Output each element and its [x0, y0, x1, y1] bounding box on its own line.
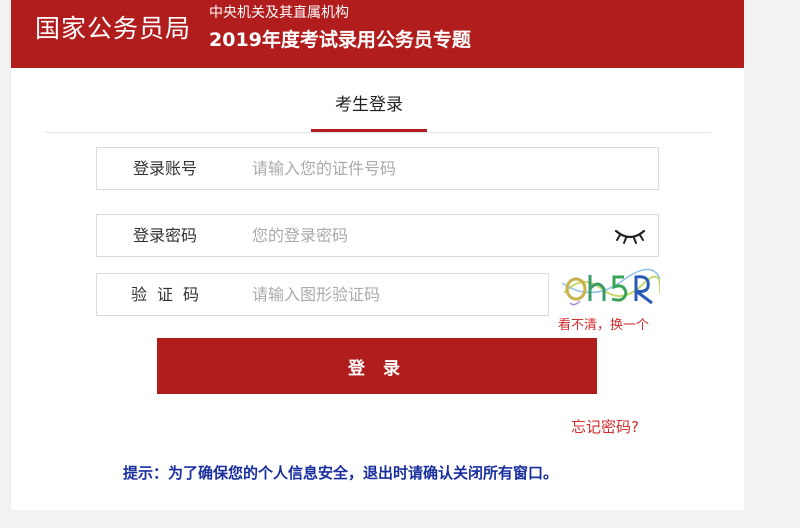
captcha-input[interactable] [252, 280, 592, 309]
login-button[interactable]: 登 录 [157, 338, 597, 394]
site-header: 国家公务员局 中央机关及其直属机构 2019年度考试录用公务员专题 [11, 0, 744, 68]
tab-divider [45, 132, 711, 133]
password-field: 登录密码 [96, 214, 659, 257]
header-subtitle-main: 2019年度考试录用公务员专题 [209, 29, 471, 51]
tab-candidate-login[interactable]: 考生登录 [311, 94, 427, 132]
captcha-refresh-link[interactable]: 看不清，换一个 [558, 314, 649, 333]
captcha-label: 验证码 [131, 285, 210, 304]
closed-eye-icon[interactable] [614, 226, 646, 246]
login-card: 国家公务员局 中央机关及其直属机构 2019年度考试录用公务员专题 考生登录 登… [11, 0, 744, 510]
password-input[interactable] [252, 221, 592, 250]
password-label: 登录密码 [133, 226, 198, 245]
captcha-image[interactable] [562, 263, 660, 311]
header-subtitle-top: 中央机关及其直属机构 [209, 5, 349, 21]
security-tip: 提示：为了确保您的个人信息安全，退出时请确认关闭所有窗口。 [123, 464, 559, 482]
site-brand: 国家公务员局 [35, 14, 192, 43]
account-field: 登录账号 [96, 147, 659, 190]
account-input[interactable] [252, 154, 592, 183]
forgot-password-link[interactable]: 忘记密码? [571, 416, 639, 437]
account-label: 登录账号 [133, 159, 198, 178]
captcha-field: 验证码 [96, 273, 592, 316]
